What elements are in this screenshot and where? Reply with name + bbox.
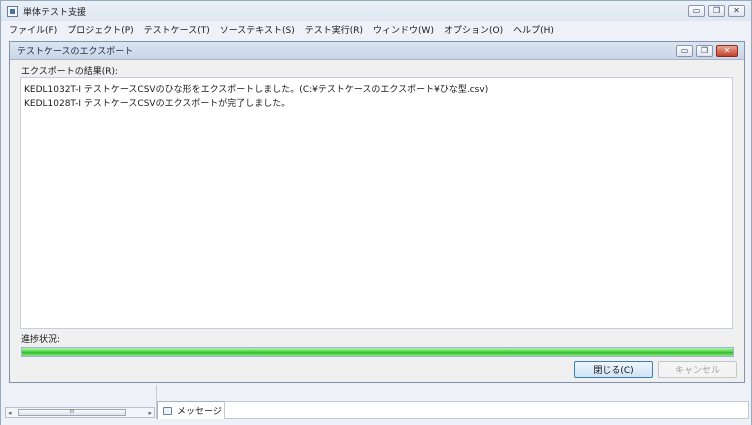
dialog-titlebar: テストケースのエクスポート ▭ ❐ ✕ bbox=[10, 42, 744, 60]
result-line: KEDL1032T-I テストケースCSVのひな形をエクスポートしました。(C:… bbox=[24, 85, 489, 95]
scroll-left-icon[interactable]: ◂ bbox=[8, 409, 12, 417]
horizontal-scrollbar[interactable]: ◂ III ▸ bbox=[5, 407, 155, 418]
menu-testcase[interactable]: テストケース(T) bbox=[144, 23, 210, 36]
progress-bar bbox=[21, 347, 734, 357]
scroll-thumb[interactable]: III bbox=[18, 409, 126, 416]
menu-help[interactable]: ヘルプ(H) bbox=[513, 23, 554, 36]
dialog-body: エクスポートの結果(R): KEDL1032T-I テストケースCSVのひな形を… bbox=[10, 60, 744, 382]
message-icon bbox=[163, 406, 172, 415]
app-window-controls: ▭ ❐ ✕ bbox=[688, 5, 745, 17]
tab-messages[interactable]: メッセージ bbox=[157, 401, 225, 419]
scroll-thumb-grip: III bbox=[69, 409, 75, 415]
bottom-panel: ◂ III ▸ メッセージ bbox=[1, 385, 751, 425]
menu-source-text[interactable]: ソーステキスト(S) bbox=[220, 23, 295, 36]
menu-file[interactable]: ファイル(F) bbox=[9, 23, 57, 36]
app-icon bbox=[7, 5, 18, 17]
menu-options[interactable]: オプション(O) bbox=[444, 23, 503, 36]
app-restore-button[interactable]: ❐ bbox=[708, 5, 725, 17]
export-dialog: テストケースのエクスポート ▭ ❐ ✕ エクスポートの結果(R): KEDL10… bbox=[9, 41, 745, 383]
dialog-minimize-button[interactable]: ▭ bbox=[676, 45, 693, 57]
app-close-button[interactable]: ✕ bbox=[728, 5, 745, 17]
menubar: ファイル(F) プロジェクト(P) テストケース(T) ソーステキスト(S) テ… bbox=[1, 21, 751, 38]
result-label: エクスポートの結果(R): bbox=[21, 67, 119, 77]
app-titlebar: 単体テスト支援 ▭ ❐ ✕ bbox=[1, 1, 751, 21]
result-textarea[interactable]: KEDL1032T-I テストケースCSVのひな形をエクスポートしました。(C:… bbox=[20, 77, 733, 329]
close-button[interactable]: 閉じる(C) bbox=[574, 361, 653, 378]
message-panel bbox=[224, 401, 749, 419]
menu-test-run[interactable]: テスト実行(R) bbox=[305, 23, 363, 36]
main-window: 単体テスト支援 ▭ ❐ ✕ ファイル(F) プロジェクト(P) テストケース(T… bbox=[0, 0, 752, 425]
app-minimize-button[interactable]: ▭ bbox=[688, 5, 705, 17]
dialog-title: テストケースのエクスポート bbox=[17, 47, 134, 57]
result-line: KEDL1028T-I テストケースCSVのエクスポートが完了しました。 bbox=[24, 99, 291, 109]
progress-fill bbox=[22, 348, 733, 356]
scroll-right-icon[interactable]: ▸ bbox=[148, 409, 152, 417]
app-title: 単体テスト支援 bbox=[23, 7, 87, 18]
dialog-restore-button[interactable]: ❐ bbox=[696, 45, 713, 57]
cancel-button[interactable]: キャンセル bbox=[658, 361, 737, 378]
menu-window[interactable]: ウィンドウ(W) bbox=[373, 23, 434, 36]
tab-messages-label: メッセージ bbox=[177, 407, 222, 417]
dialog-close-button[interactable]: ✕ bbox=[716, 45, 738, 57]
dialog-window-controls: ▭ ❐ ✕ bbox=[676, 45, 738, 57]
menu-project[interactable]: プロジェクト(P) bbox=[67, 23, 133, 36]
progress-label: 進捗状況: bbox=[21, 335, 61, 345]
